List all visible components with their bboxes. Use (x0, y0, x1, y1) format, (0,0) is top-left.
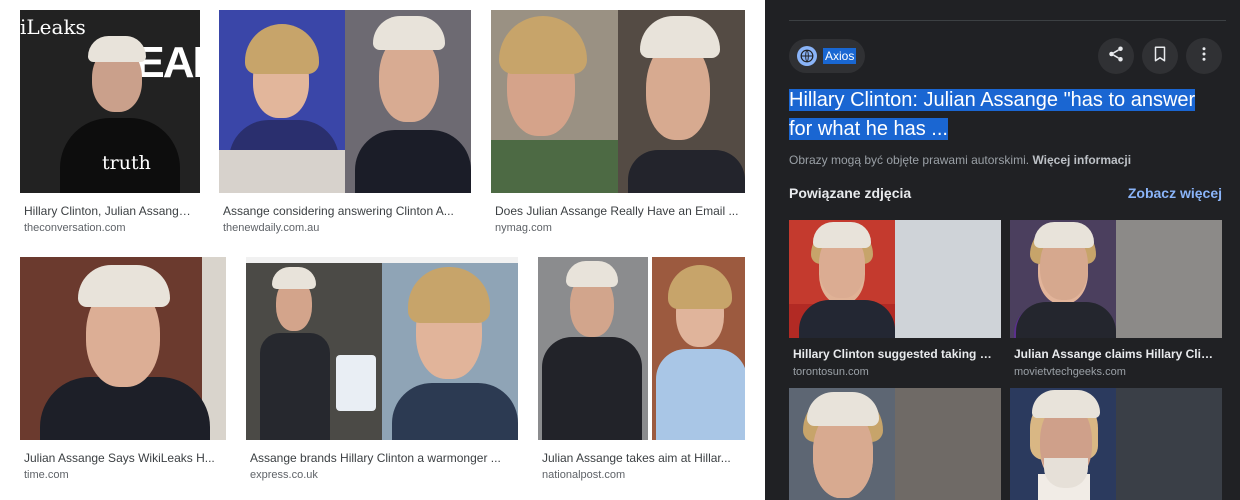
globe-icon (797, 46, 817, 66)
related-source: movietvtechgeeks.com (1014, 366, 1126, 378)
result-title[interactable]: Assange brands Hillary Clinton a warmong… (250, 451, 514, 465)
result-card[interactable]: iLeaks YEAR truth Hillary Clinton, Julia… (20, 10, 200, 240)
result-thumbnail[interactable] (538, 257, 745, 440)
result-source: thenewdaily.com.au (223, 222, 320, 234)
result-card[interactable]: Does Julian Assange Really Have an Email… (491, 10, 745, 240)
result-title[interactable]: Does Julian Assange Really Have an Email… (495, 204, 741, 218)
result-title[interactable]: Assange considering answering Clinton A.… (223, 204, 467, 218)
source-label[interactable]: Axios (823, 48, 857, 64)
more-options-button[interactable] (1186, 38, 1222, 74)
thumbnail-text-truth: truth (102, 152, 151, 174)
copyright-text: Obrazy mogą być objęte prawami autorskim… (789, 153, 1030, 167)
result-source: nymag.com (495, 222, 552, 234)
result-card[interactable]: Assange considering answering Clinton A.… (219, 10, 471, 240)
related-thumbnail[interactable] (1010, 220, 1222, 338)
result-card[interactable]: Julian Assange Says WikiLeaks H... time.… (20, 257, 226, 487)
result-thumbnail[interactable] (491, 10, 745, 193)
preview-title-link[interactable]: Hillary Clinton: Julian Assange "has to … (789, 86, 1209, 144)
related-thumbnail[interactable] (789, 220, 1001, 338)
bookmark-icon (1151, 45, 1169, 68)
image-results-grid: iLeaks YEAR truth Hillary Clinton, Julia… (0, 0, 765, 500)
source-chip[interactable]: Axios (789, 39, 865, 73)
related-thumbnail[interactable] (1010, 388, 1222, 500)
result-thumbnail[interactable] (219, 10, 471, 193)
see-more-link[interactable]: Zobacz więcej (1128, 185, 1222, 201)
related-thumbnail[interactable] (789, 388, 1001, 500)
related-title[interactable]: Julian Assange claims Hillary Clint... (1014, 347, 1220, 361)
copyright-notice: Obrazy mogą być objęte prawami autorskim… (789, 153, 1131, 167)
result-title[interactable]: Julian Assange takes aim at Hillar... (542, 451, 741, 465)
share-button[interactable] (1098, 38, 1134, 74)
panel-divider (789, 20, 1226, 21)
result-thumbnail[interactable] (20, 257, 226, 440)
result-thumbnail[interactable] (246, 257, 518, 440)
result-source: theconversation.com (24, 222, 126, 234)
related-source: torontosun.com (793, 366, 869, 378)
thumbnail-text-wikileaks: iLeaks (20, 15, 86, 39)
result-card[interactable]: Julian Assange takes aim at Hillar... na… (538, 257, 745, 487)
result-title[interactable]: Julian Assange Says WikiLeaks H... (24, 451, 222, 465)
related-images-heading: Powiązane zdjęcia (789, 185, 912, 201)
result-thumbnail[interactable]: iLeaks YEAR truth (20, 10, 200, 193)
share-icon (1107, 45, 1125, 68)
result-card[interactable]: Assange brands Hillary Clinton a warmong… (246, 257, 518, 487)
image-preview-panel: Axios Hillary Clinton: Julian Assange "h… (765, 0, 1240, 500)
more-info-link[interactable]: Więcej informacji (1032, 153, 1131, 167)
more-vert-icon (1195, 45, 1213, 68)
preview-title-text[interactable]: Hillary Clinton: Julian Assange "has to … (789, 89, 1196, 140)
result-source: nationalpost.com (542, 469, 626, 481)
related-title[interactable]: Hillary Clinton suggested taking out... (793, 347, 999, 361)
save-button[interactable] (1142, 38, 1178, 74)
result-title[interactable]: Hillary Clinton, Julian Assange ... (24, 204, 196, 218)
result-source: express.co.uk (250, 469, 318, 481)
result-source: time.com (24, 469, 69, 481)
